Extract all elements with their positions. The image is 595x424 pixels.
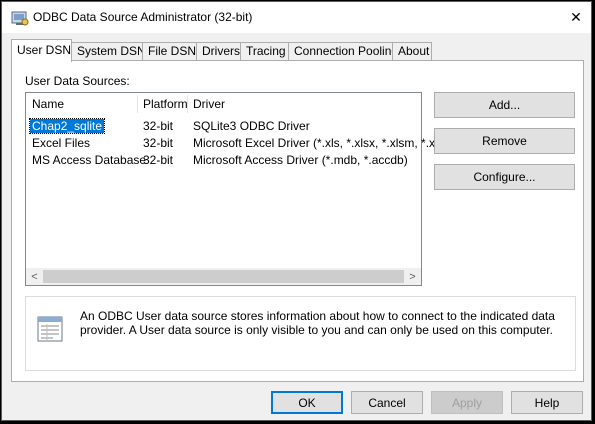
tab-user-dsn[interactable]: User DSN: [11, 39, 72, 62]
user-data-sources-label: User Data Sources:: [25, 74, 130, 88]
odbc-app-icon: [11, 11, 29, 26]
column-divider[interactable]: [187, 95, 188, 113]
scrollbar-thumb[interactable]: [43, 270, 404, 283]
horizontal-scrollbar[interactable]: < >: [26, 268, 421, 285]
column-driver[interactable]: Driver: [193, 97, 225, 111]
close-icon: ✕: [570, 9, 582, 25]
add-button[interactable]: Add...: [434, 92, 575, 118]
column-platform[interactable]: Platform: [143, 97, 188, 111]
list-item[interactable]: MS Access Database 32-bit Microsoft Acce…: [26, 152, 421, 169]
list-item[interactable]: Excel Files 32-bit Microsoft Excel Drive…: [26, 135, 454, 152]
data-source-document-icon: [37, 316, 63, 342]
list-item-name: Chap2_sqlite: [28, 118, 106, 134]
list-item-platform: 32-bit: [143, 136, 174, 150]
scroll-right-icon[interactable]: >: [404, 268, 421, 285]
list-item-driver: Microsoft Excel Driver (*.xls, *.xlsx, *…: [193, 136, 455, 150]
list-item-driver: SQLite3 ODBC Driver: [193, 119, 310, 133]
list-item-name: MS Access Database: [32, 153, 147, 167]
list-item-platform: 32-bit: [143, 153, 174, 167]
list-item-name: Excel Files: [32, 136, 91, 150]
data-sources-list[interactable]: Name Platform Driver Chap2_sqlite 32-bit…: [25, 92, 454, 286]
list-item[interactable]: Chap2_sqlite 32-bit SQLite3 ODBC Driver: [26, 118, 421, 135]
tab-connection-pooling[interactable]: Connection Pooling: [288, 42, 398, 61]
configure-button[interactable]: Configure...: [434, 164, 575, 190]
tab-system-dsn[interactable]: System DSN: [71, 42, 146, 61]
remove-button[interactable]: Remove: [434, 128, 575, 154]
scroll-left-icon[interactable]: <: [26, 268, 43, 285]
title-bar: ODBC Data Source Administrator (32-bit) …: [2, 2, 591, 33]
info-box: An ODBC User data source stores informat…: [25, 296, 576, 371]
tab-drivers[interactable]: Drivers: [196, 42, 241, 61]
list-header: Name Platform Driver: [26, 93, 421, 115]
cancel-button[interactable]: Cancel: [351, 391, 423, 414]
window-title: ODBC Data Source Administrator (32-bit): [33, 10, 253, 24]
tab-about[interactable]: About: [392, 42, 432, 61]
close-button[interactable]: ✕: [561, 2, 591, 33]
apply-button[interactable]: Apply: [431, 391, 503, 414]
tab-tracing[interactable]: Tracing: [240, 42, 289, 61]
column-divider[interactable]: [137, 95, 138, 113]
ok-button[interactable]: OK: [271, 391, 343, 414]
column-name[interactable]: Name: [32, 97, 64, 111]
info-description: An ODBC User data source stores informat…: [80, 309, 555, 337]
user-dsn-panel: User Data Sources: Name Platform Driver …: [11, 60, 584, 382]
tab-file-dsn[interactable]: File DSN: [142, 42, 197, 61]
list-item-driver: Microsoft Access Driver (*.mdb, *.accdb): [193, 153, 408, 167]
odbc-window: ODBC Data Source Administrator (32-bit) …: [1, 1, 592, 421]
list-item-platform: 32-bit: [143, 119, 174, 133]
help-button[interactable]: Help: [511, 391, 583, 414]
